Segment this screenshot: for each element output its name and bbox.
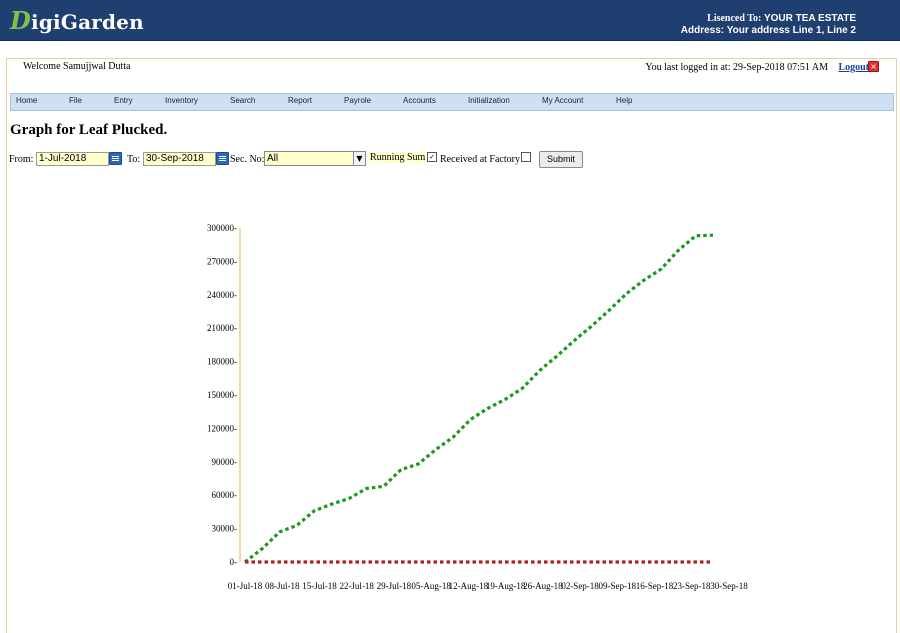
series-line-0 (244, 233, 714, 564)
y-tick-label: 90000- (212, 457, 238, 467)
x-tick-label: 08-Jul-18 (265, 581, 300, 591)
x-tick-label: 09-Sep-18 (599, 581, 637, 591)
x-tick-label: 16-Sep-18 (636, 581, 674, 591)
x-tick-label: 01-Jul-18 (228, 581, 263, 591)
x-tick-label: 05-Aug-18 (411, 581, 451, 591)
y-tick-label: 240000- (207, 290, 237, 300)
x-tick-label: 22-Jul-18 (339, 581, 374, 591)
y-tick-label: 30000- (212, 524, 238, 534)
y-tick-label: 300000- (207, 223, 237, 233)
x-tick-label: 02-Sep-18 (561, 581, 599, 591)
y-tick-label: 180000- (207, 357, 237, 367)
x-tick-label: 12-Aug-18 (449, 581, 489, 591)
y-tick-label: 150000- (207, 390, 237, 400)
y-tick-label: 60000- (212, 490, 238, 500)
x-tick-label: 19-Aug-18 (486, 581, 526, 591)
x-tick-label: 23-Sep-18 (673, 581, 711, 591)
x-tick-label: 26-Aug-18 (523, 581, 563, 591)
y-tick-label: 120000- (207, 423, 237, 433)
leaf-plucked-chart: 300000- 270000- 240000- 210000- 180000- 15000… (207, 223, 748, 591)
x-tick-label: 15-Jul-18 (302, 581, 337, 591)
y-tick-label: 270000- (207, 256, 237, 266)
y-tick-label: 0- (230, 557, 238, 567)
x-tick-label: 30-Sep-18 (710, 581, 748, 591)
y-tick-label: 210000- (207, 323, 237, 333)
x-tick-label: 29-Jul-18 (377, 581, 412, 591)
